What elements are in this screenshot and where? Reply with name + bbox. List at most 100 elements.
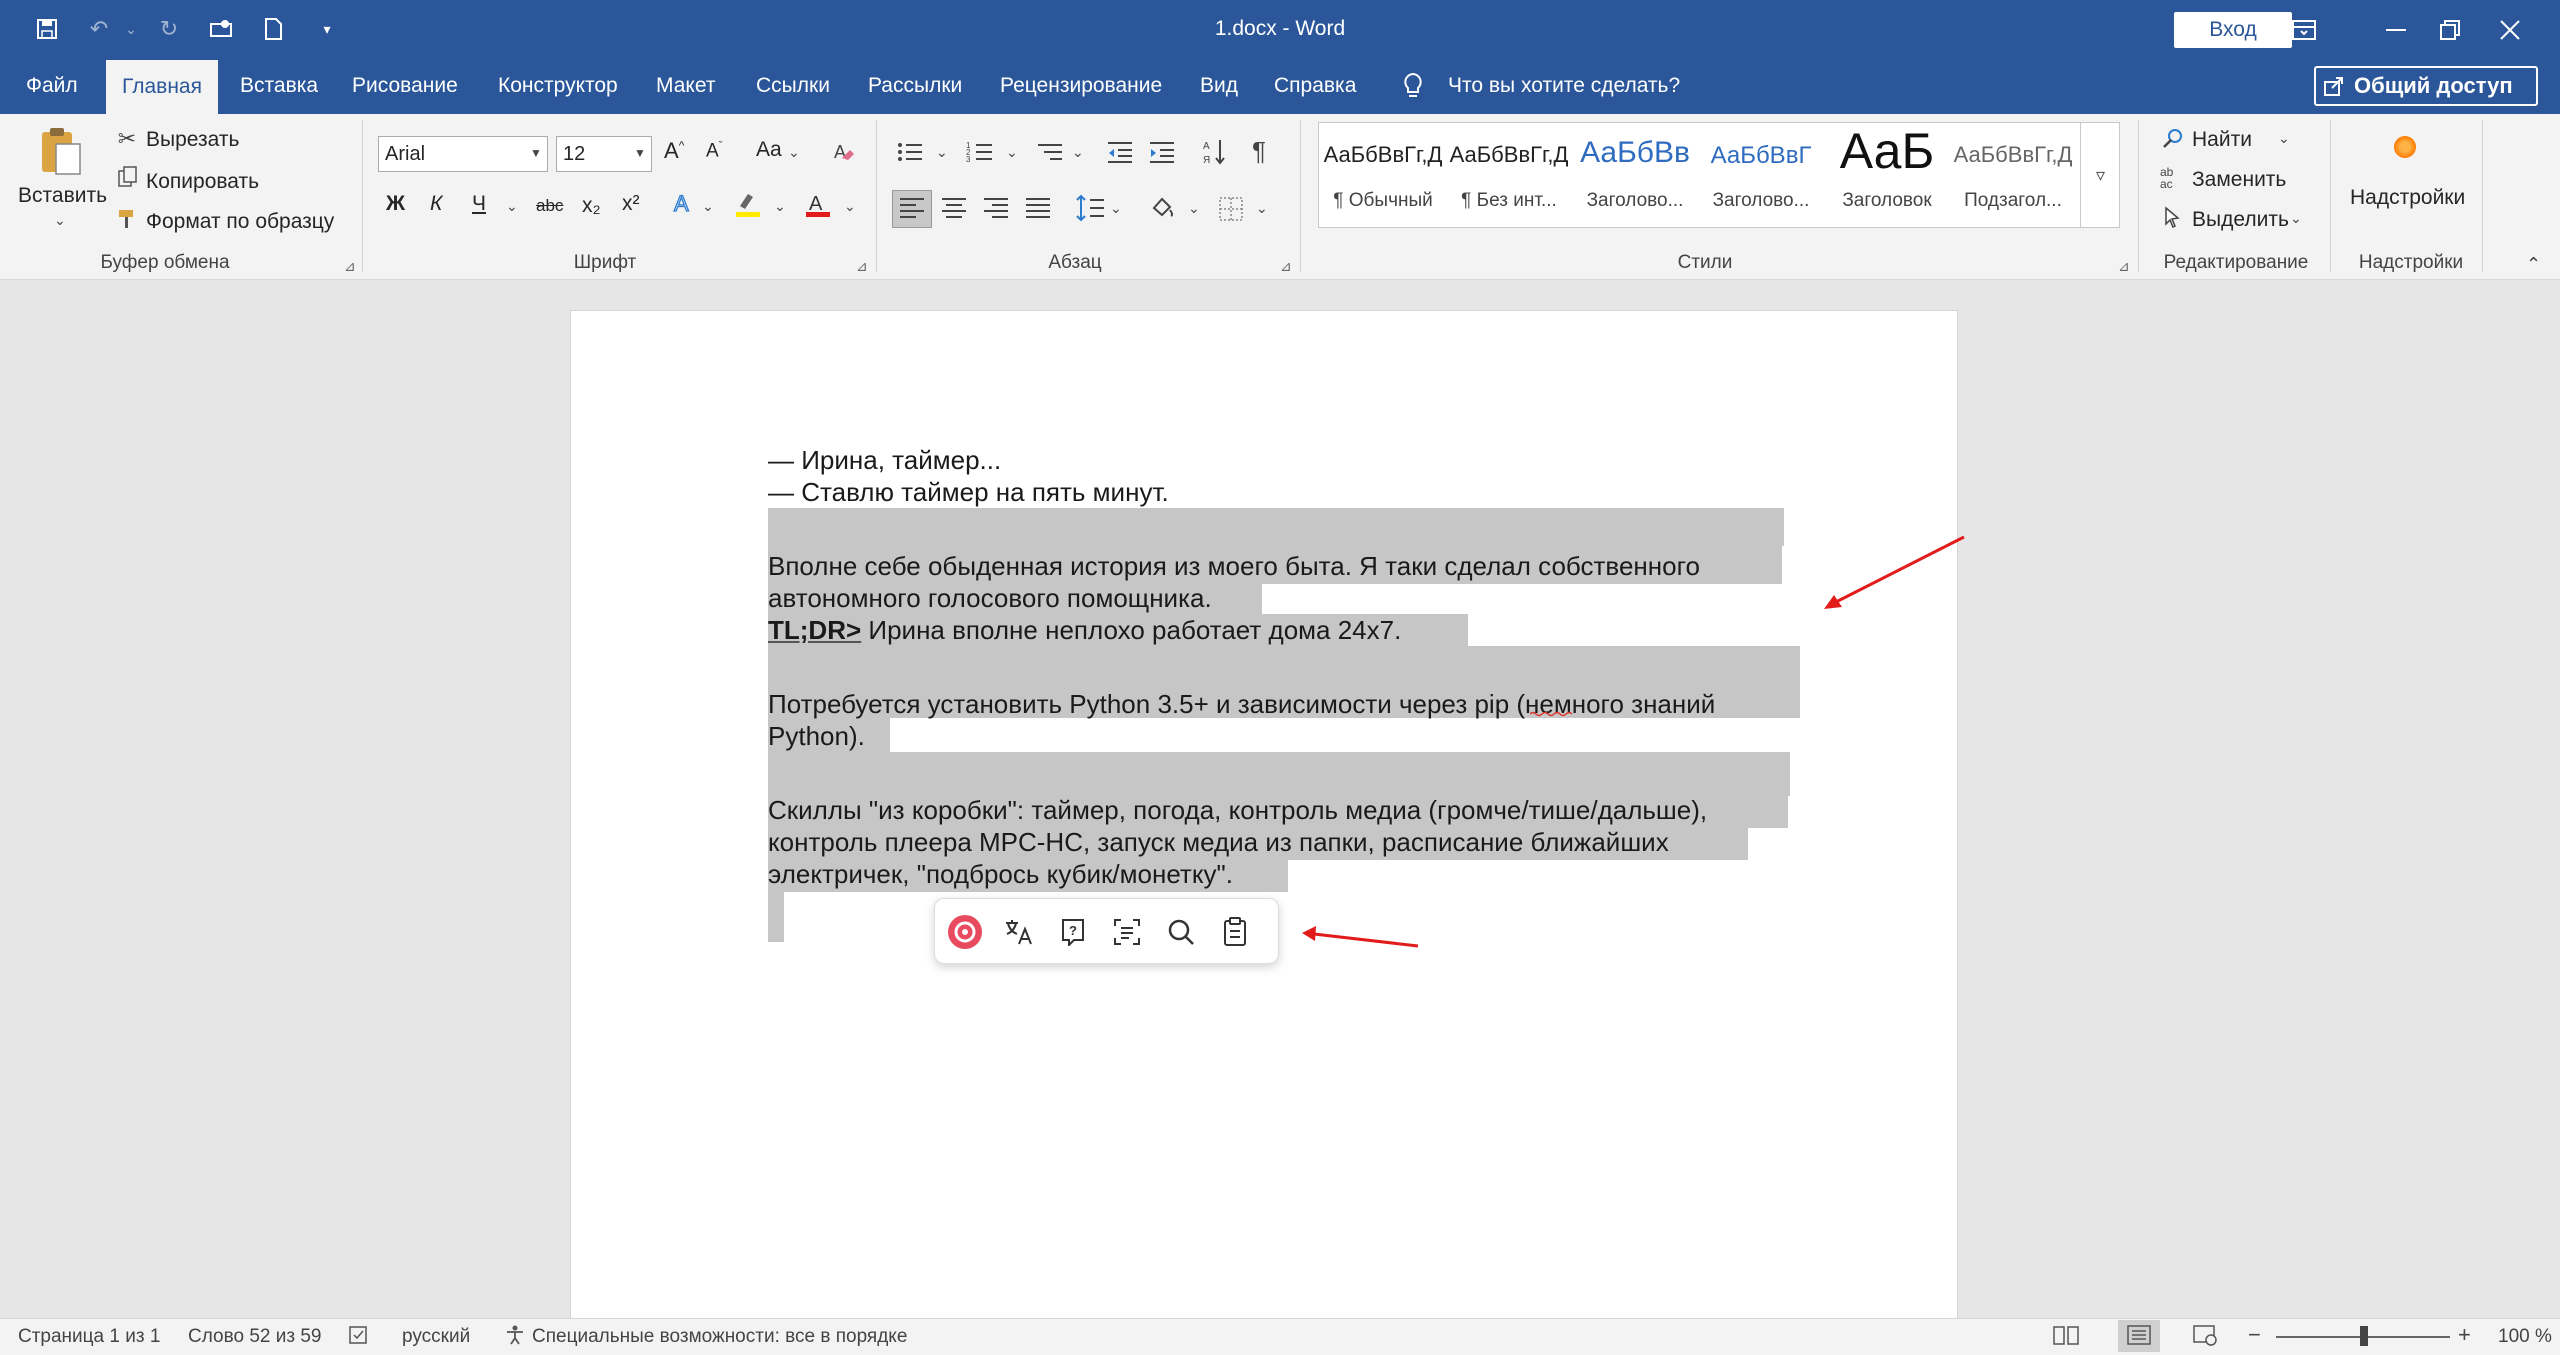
zoom-in-button[interactable]: +: [2458, 1322, 2471, 1348]
page-count[interactable]: Страница 1 из 1: [18, 1326, 160, 1348]
find-icon[interactable]: [2162, 128, 2184, 155]
paragraph-launcher-icon[interactable]: ⊿: [1280, 258, 1292, 275]
doc-line[interactable]: — Ирина, таймер...: [768, 444, 1001, 476]
style-heading-1[interactable]: АаБбВв Заголово...: [1572, 124, 1698, 220]
search-icon[interactable]: [1161, 912, 1201, 952]
styles-more-icon[interactable]: ▿: [2080, 122, 2120, 228]
font-name-dropdown-icon[interactable]: ▼: [530, 146, 542, 160]
multilevel-dropdown-icon[interactable]: ⌄: [1072, 144, 1084, 161]
tab-draw[interactable]: Рисование: [352, 58, 458, 114]
align-left-icon[interactable]: [898, 196, 926, 225]
select-dropdown-icon[interactable]: ⌄: [2290, 210, 2302, 227]
format-painter-icon[interactable]: [116, 208, 140, 236]
decrease-indent-icon[interactable]: [1106, 140, 1134, 169]
tab-home[interactable]: Главная: [106, 60, 218, 114]
zoom-slider-thumb[interactable]: [2360, 1326, 2368, 1346]
style-subtitle[interactable]: АаБбВвГг,Д Подзагол...: [1950, 124, 2076, 220]
find-button[interactable]: Найти: [2192, 128, 2252, 152]
new-document-icon[interactable]: [260, 16, 286, 42]
tab-design[interactable]: Конструктор: [498, 58, 618, 114]
increase-indent-icon[interactable]: [1148, 140, 1176, 169]
tell-me-search[interactable]: Что вы хотите сделать?: [1448, 58, 1680, 114]
read-mode-icon[interactable]: [2052, 1324, 2080, 1351]
sort-icon[interactable]: AЯ: [1202, 138, 1228, 171]
tab-references[interactable]: Ссылки: [756, 58, 830, 114]
grow-font-icon[interactable]: A^: [664, 138, 684, 164]
copy-button[interactable]: Копировать: [146, 170, 259, 194]
font-size-dropdown-icon[interactable]: ▼: [634, 146, 646, 160]
tab-view[interactable]: Вид: [1200, 58, 1238, 114]
align-center-icon[interactable]: [940, 196, 968, 225]
cut-button[interactable]: Вырезать: [146, 128, 239, 152]
word-count[interactable]: Слово 52 из 59: [188, 1326, 321, 1348]
paste-button[interactable]: Вставить: [18, 184, 107, 208]
ai-assistant-icon[interactable]: [945, 912, 985, 952]
text-effects-dropdown-icon[interactable]: ⌄: [702, 198, 714, 215]
paste-icon[interactable]: [38, 126, 84, 183]
web-layout-icon[interactable]: [2192, 1324, 2218, 1351]
language-indicator[interactable]: русский: [402, 1326, 470, 1348]
clipboard-launcher-icon[interactable]: ⊿: [344, 258, 356, 275]
copy-to-clipboard-icon[interactable]: [1215, 912, 1255, 952]
tab-mailings[interactable]: Рассылки: [868, 58, 962, 114]
superscript-button[interactable]: x²: [622, 192, 640, 216]
accessibility-icon[interactable]: [504, 1324, 526, 1351]
numbering-icon[interactable]: 123: [966, 140, 994, 169]
find-dropdown-icon[interactable]: ⌄: [2278, 130, 2290, 147]
ribbon-display-options-icon[interactable]: [2284, 10, 2324, 50]
explain-icon[interactable]: ?: [1053, 912, 1093, 952]
doc-line-tldr[interactable]: TL;DR> Ирина вполне неплохо работает дом…: [768, 614, 1401, 646]
style-normal[interactable]: АаБбВвГг,Д ¶ Обычный: [1320, 124, 1446, 220]
highlight-dropdown-icon[interactable]: ⌄: [774, 198, 786, 215]
shrink-font-icon[interactable]: Aˇ: [706, 140, 722, 162]
font-name-combo[interactable]: Arial: [378, 136, 548, 172]
restore-icon[interactable]: [2430, 10, 2470, 50]
bullets-dropdown-icon[interactable]: ⌄: [936, 144, 948, 161]
minimize-icon[interactable]: [2376, 10, 2416, 50]
redo-icon[interactable]: ↻: [156, 16, 182, 42]
doc-line[interactable]: Python).: [768, 720, 865, 752]
cut-icon[interactable]: ✂: [114, 126, 140, 152]
zoom-out-button[interactable]: −: [2248, 1322, 2261, 1348]
undo-dropdown-icon[interactable]: ⌄: [118, 16, 144, 42]
addins-button[interactable]: Надстройки: [2350, 186, 2465, 210]
format-painter-button[interactable]: Формат по образцу: [146, 210, 334, 234]
change-case-button[interactable]: Aa: [756, 138, 782, 162]
sign-in-button[interactable]: Вход: [2174, 12, 2292, 48]
share-button[interactable]: Общий доступ: [2314, 66, 2538, 106]
print-layout-icon[interactable]: [2126, 1324, 2152, 1351]
tab-layout[interactable]: Макет: [656, 58, 715, 114]
copy-icon[interactable]: [116, 166, 140, 194]
doc-line[interactable]: автономного голосового помощника.: [768, 582, 1212, 614]
font-color-icon[interactable]: A: [804, 190, 832, 223]
borders-dropdown-icon[interactable]: ⌄: [1256, 200, 1268, 217]
doc-line[interactable]: контроль плеера MPC-HC, запуск медиа из …: [768, 826, 1669, 858]
borders-icon[interactable]: [1218, 196, 1244, 227]
summarize-icon[interactable]: [1107, 912, 1147, 952]
tab-insert[interactable]: Вставка: [240, 58, 318, 114]
doc-line[interactable]: электричек, "подбрось кубик/монетку".: [768, 858, 1233, 890]
shading-dropdown-icon[interactable]: ⌄: [1188, 200, 1200, 217]
addins-icon[interactable]: [2394, 136, 2416, 158]
multilevel-list-icon[interactable]: [1036, 140, 1064, 169]
strikethrough-button[interactable]: abc: [536, 196, 563, 216]
collapse-ribbon-icon[interactable]: ⌃: [2526, 254, 2541, 275]
doc-line[interactable]: — Ставлю таймер на пять минут.: [768, 476, 1169, 508]
select-button[interactable]: Выделить: [2192, 208, 2289, 232]
undo-icon[interactable]: ↶: [86, 16, 112, 42]
underline-dropdown-icon[interactable]: ⌄: [506, 198, 518, 215]
doc-line[interactable]: Вполне себе обыденная история из моего б…: [768, 550, 1700, 582]
change-case-dropdown-icon[interactable]: ⌄: [788, 144, 800, 161]
replace-icon[interactable]: ab ac: [2160, 166, 2173, 190]
save-icon[interactable]: [34, 16, 60, 42]
styles-launcher-icon[interactable]: ⊿: [2118, 258, 2130, 275]
justify-icon[interactable]: [1024, 196, 1052, 225]
style-title[interactable]: АаБ Заголовок: [1824, 123, 1950, 220]
font-color-dropdown-icon[interactable]: ⌄: [844, 198, 856, 215]
bold-button[interactable]: Ж: [386, 192, 405, 216]
paste-dropdown-icon[interactable]: ⌄: [54, 212, 66, 229]
show-formatting-marks-icon[interactable]: ¶: [1252, 136, 1266, 167]
clear-formatting-icon[interactable]: A: [832, 140, 856, 169]
style-heading-2[interactable]: АаБбВвГ Заголово...: [1698, 124, 1824, 220]
line-spacing-dropdown-icon[interactable]: ⌄: [1110, 200, 1122, 217]
